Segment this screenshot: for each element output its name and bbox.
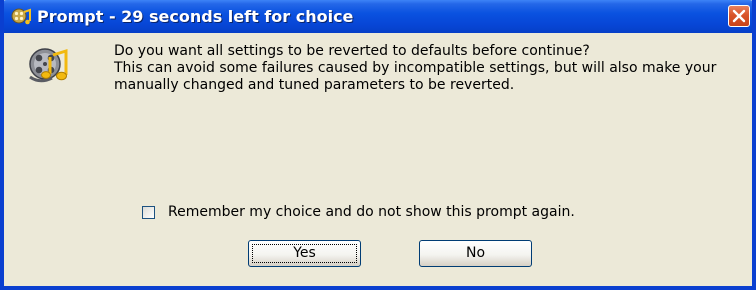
close-button[interactable] (728, 5, 750, 27)
yes-button[interactable]: Yes (248, 240, 361, 267)
remember-checkbox[interactable] (142, 206, 155, 219)
remember-label[interactable]: Remember my choice and do not show this … (168, 204, 575, 220)
detail-text: This can avoid some failures caused by i… (114, 60, 717, 93)
film-music-icon (26, 44, 70, 88)
window-title: Prompt - 29 seconds left for choice (37, 7, 354, 26)
no-button[interactable]: No (419, 240, 532, 267)
question-text: Do you want all settings to be reverted … (114, 43, 590, 59)
prompt-message: Do you want all settings to be reverted … (114, 43, 744, 94)
app-icon (10, 6, 32, 28)
no-label: No (465, 245, 486, 261)
prompt-dialog: Prompt - 29 seconds left for choice Do y… (0, 0, 756, 290)
yes-label: Yes (293, 245, 316, 261)
title-bar[interactable]: Prompt - 29 seconds left for choice (4, 0, 752, 33)
